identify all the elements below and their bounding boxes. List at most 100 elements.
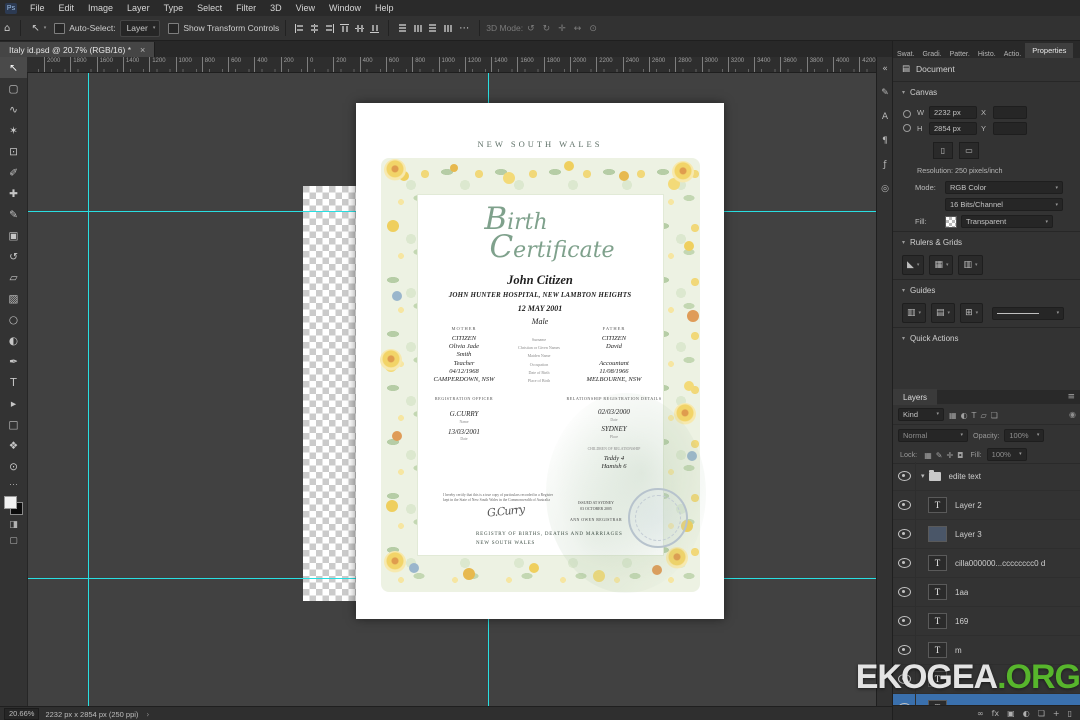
tab-histo[interactable]: Histo. <box>974 48 1000 58</box>
layer-visibility-toggle[interactable] <box>893 520 916 548</box>
shape-tool[interactable]: □ <box>0 414 27 435</box>
zoom-tool[interactable]: ⊙ <box>0 456 27 477</box>
collapse-panels-icon[interactable]: « <box>877 57 893 81</box>
filter-adjustment-layers-icon[interactable]: ◐ <box>961 411 968 420</box>
adjustment-layer-icon[interactable]: ◐ <box>1023 709 1030 718</box>
tab-properties[interactable]: Properties <box>1025 43 1074 58</box>
new-guide-layout-button[interactable]: ▤ ▾ <box>931 303 956 323</box>
group-expand-caret[interactable]: ▾ <box>921 472 925 480</box>
layer-visibility-toggle[interactable] <box>893 462 916 490</box>
screen-mode-icon[interactable]: ▢ <box>0 533 27 549</box>
more-options-icon[interactable]: ⋯ <box>459 23 469 34</box>
close-icon[interactable]: × <box>140 45 145 55</box>
chevron-right-icon[interactable]: › <box>146 710 149 719</box>
lock-guides-button[interactable]: ⊞ ▾ <box>960 303 984 323</box>
menu-file[interactable]: File <box>23 3 52 13</box>
menu-type[interactable]: Type <box>157 3 191 13</box>
type-tool[interactable]: T <box>0 372 27 393</box>
menu-3d[interactable]: 3D <box>263 3 289 13</box>
landscape-orientation-button[interactable]: ▭ <box>959 142 979 159</box>
document-canvas[interactable]: NEW SOUTH WALES Birth Certificate John C… <box>356 103 724 619</box>
canvas-x-field[interactable] <box>993 106 1027 119</box>
foreground-color-swatch[interactable] <box>4 496 17 509</box>
3d-orbit-icon[interactable]: ↺ <box>527 24 535 34</box>
toggle-grid-button[interactable]: ▦ ▾ <box>929 255 954 275</box>
eraser-tool[interactable]: ▱ <box>0 267 27 288</box>
layer-visibility-toggle[interactable] <box>893 491 916 519</box>
layer-row[interactable]: T 169 <box>893 607 1080 636</box>
horizontal-ruler[interactable]: 2000 1800 1600 1400 1200 1000 800 600 400 200 0 200… <box>38 57 876 73</box>
menu-image[interactable]: Image <box>81 3 120 13</box>
color-mode-select[interactable]: RGB Color ▾ <box>945 181 1063 194</box>
blur-tool[interactable]: ○ <box>0 309 27 330</box>
distribute-horizontal-icon[interactable] <box>397 23 408 34</box>
libraries-panel-icon[interactable]: ◎ <box>877 177 893 201</box>
layer-visibility-toggle[interactable] <box>893 578 916 606</box>
layer-row[interactable]: T 1aa <box>893 578 1080 607</box>
canvas-fill-select[interactable]: Transparent ▾ <box>961 215 1053 228</box>
panel-menu-icon[interactable]: ≡ <box>1067 392 1080 402</box>
tab-patter[interactable]: Patter. <box>946 48 974 58</box>
filter-kind-select[interactable]: Kind ▾ <box>898 407 944 421</box>
move-tool[interactable]: ↖ <box>0 57 27 78</box>
bit-depth-select[interactable]: 16 Bits/Channel ▾ <box>945 198 1063 211</box>
brush-settings-panel-icon[interactable]: ✎ <box>877 81 893 105</box>
brush-tool[interactable]: ✎ <box>0 204 27 225</box>
crop-tool[interactable]: ⊡ <box>0 141 27 162</box>
filter-shape-layers-icon[interactable]: ▱ <box>980 411 986 420</box>
auto-select-checkbox[interactable] <box>54 22 66 34</box>
pen-tool[interactable]: ✒ <box>0 351 27 372</box>
lock-transparency-icon[interactable]: ▦ <box>924 451 932 460</box>
quick-selection-tool[interactable]: ✶ <box>0 120 27 141</box>
3d-roll-icon[interactable]: ↻ <box>543 24 551 34</box>
canvas-area[interactable]: NEW SOUTH WALES Birth Certificate John C… <box>27 72 876 706</box>
portrait-orientation-button[interactable]: ▯ <box>933 142 953 159</box>
move-tool-preset-icon[interactable]: ↖ <box>31 23 39 34</box>
layer-row[interactable]: Layer 3 <box>893 520 1080 549</box>
opacity-field[interactable]: 100% ▾ <box>1004 428 1045 442</box>
tab-layers[interactable]: Layers <box>893 389 938 405</box>
3d-slide-icon[interactable]: ↔ <box>574 24 582 34</box>
distribute-spacing-vertical-icon[interactable] <box>442 23 453 34</box>
vertical-guide[interactable] <box>88 72 89 706</box>
new-group-icon[interactable]: ❏ <box>1038 709 1045 718</box>
canvas-width-field[interactable]: 2232 px <box>929 106 977 119</box>
character-panel-icon[interactable]: A <box>877 105 893 129</box>
home-icon[interactable]: ⌂ <box>4 23 10 34</box>
marquee-tool[interactable]: ▢ <box>0 78 27 99</box>
layer-row[interactable]: T <box>893 665 1080 694</box>
link-layers-icon[interactable]: ∞ <box>977 709 984 718</box>
lasso-tool[interactable]: ∿ <box>0 99 27 120</box>
menu-window[interactable]: Window <box>322 3 368 13</box>
layer-row[interactable]: T Layer 2 <box>893 491 1080 520</box>
delete-layer-icon[interactable]: ▯ <box>1068 709 1072 718</box>
new-layer-icon[interactable]: + <box>1053 709 1060 718</box>
toggle-pixel-grid-button[interactable]: ▥ ▾ <box>958 255 983 275</box>
paragraph-panel-icon[interactable]: ¶ <box>877 129 893 153</box>
document-tab[interactable]: Italy id.psd @ 20.7% (RGB/16) * × <box>0 41 156 59</box>
tab-actio[interactable]: Actio. <box>1000 48 1026 58</box>
menu-filter[interactable]: Filter <box>229 3 263 13</box>
menu-edit[interactable]: Edit <box>52 3 82 13</box>
filter-smart-objects-icon[interactable]: ❏ <box>991 411 998 420</box>
quick-mask-icon[interactable]: ◨ <box>0 517 27 533</box>
layer-visibility-toggle[interactable] <box>893 636 916 664</box>
blend-mode-select[interactable]: Normal ▾ <box>898 428 968 442</box>
layer-row[interactable]: Tm <box>893 636 1080 665</box>
guides-section-header[interactable]: ▾ Guides <box>893 281 1080 300</box>
distribute-spacing-horizontal-icon[interactable] <box>427 23 438 34</box>
dodge-tool[interactable]: ◐ <box>0 330 27 351</box>
3d-scale-icon[interactable]: ⊙ <box>589 24 597 34</box>
menu-help[interactable]: Help <box>368 3 401 13</box>
canvas-height-field[interactable]: 2854 px <box>929 122 977 135</box>
align-center-horizontal-icon[interactable] <box>309 23 320 34</box>
clone-stamp-tool[interactable]: ▣ <box>0 225 27 246</box>
history-brush-tool[interactable]: ↺ <box>0 246 27 267</box>
lock-pixels-icon[interactable]: ✎ <box>936 451 943 460</box>
canvas-y-field[interactable] <box>993 122 1027 135</box>
distribute-vertical-icon[interactable] <box>412 23 423 34</box>
link-dimensions-icon[interactable] <box>903 109 911 133</box>
align-right-icon[interactable] <box>324 23 335 34</box>
align-bottom-icon[interactable] <box>369 23 380 34</box>
lock-all-icon[interactable]: ◘ <box>957 451 963 460</box>
